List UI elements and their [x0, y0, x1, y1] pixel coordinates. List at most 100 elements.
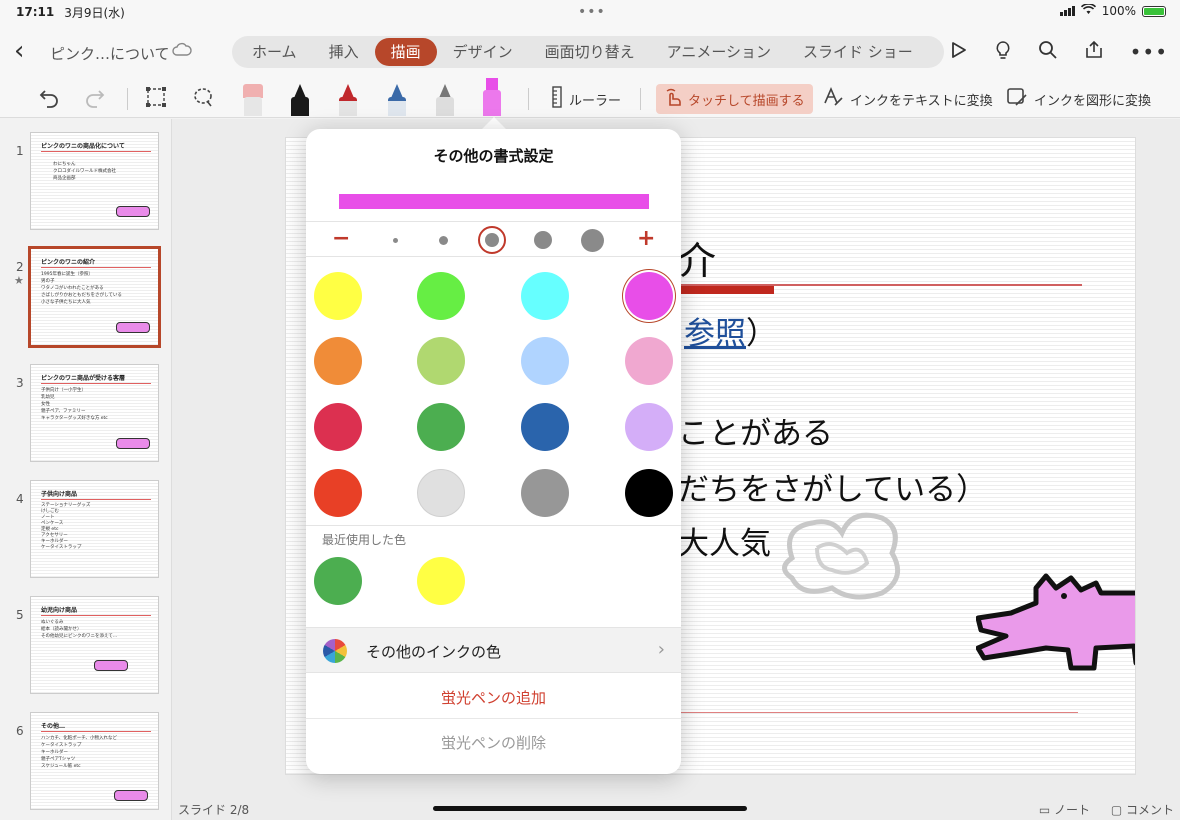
home-indicator[interactable] — [433, 806, 747, 811]
thumbnail-row[interactable]: 3 ピンクのワニ商品が受ける客層 子供向け（一小学生） 乳幼児 女性 親子ペア、… — [0, 364, 172, 464]
popover-arrow — [482, 117, 506, 129]
tab-insert[interactable]: 挿入 — [313, 38, 375, 66]
thickness-option-2[interactable] — [439, 236, 448, 245]
document-title[interactable]: ピンク…について — [50, 43, 170, 64]
crocodile-illustration[interactable] — [976, 568, 1136, 678]
slide-bullet-3[interactable]: ことがある — [678, 408, 833, 453]
delete-highlighter-button[interactable]: 蛍光ペンの削除 — [306, 732, 681, 753]
touch-hand-icon — [664, 87, 682, 111]
select-objects-icon[interactable] — [145, 86, 167, 113]
color-swatch[interactable] — [625, 403, 673, 451]
color-swatch[interactable] — [314, 403, 362, 451]
color-swatch[interactable] — [625, 469, 673, 517]
eraser-tool[interactable] — [242, 80, 264, 116]
crocodile-illustration — [116, 438, 150, 449]
thickness-option-5[interactable] — [581, 229, 604, 252]
redo-icon[interactable] — [84, 86, 106, 113]
slide-bullet-5[interactable]: 大人気 — [678, 518, 771, 563]
pen-gray-tool[interactable] — [434, 80, 456, 116]
slide-thumbnail[interactable]: ピンクのワニ商品が受ける客層 子供向け（一小学生） 乳幼児 女性 親子ペア、ファ… — [30, 364, 159, 462]
thumbnail-text: わにちゃん — [53, 162, 76, 167]
color-swatch[interactable] — [417, 403, 465, 451]
slide-thumbnail[interactable]: その他… ハンカチ、化粧ポーチ、小物入れなど ケータイストラップ キーホルダー … — [30, 712, 159, 810]
play-icon[interactable] — [948, 40, 968, 65]
lightbulb-icon[interactable] — [994, 40, 1012, 65]
color-swatch[interactable] — [625, 272, 673, 320]
color-swatch[interactable] — [521, 469, 569, 517]
thumbnail-row[interactable]: 1 ピンクのワニの商品化について わにちゃん クロコダイルワールド株式会社 商品… — [0, 132, 172, 232]
color-swatch[interactable] — [521, 403, 569, 451]
undo-icon[interactable] — [38, 86, 60, 113]
recent-color-swatch[interactable] — [417, 557, 465, 605]
comments-button[interactable]: ▢ コメント — [1111, 801, 1174, 818]
tab-draw[interactable]: 描画 — [374, 38, 437, 66]
slide-bullet-1[interactable]: 参照） — [684, 308, 777, 353]
crocodile-illustration — [116, 206, 150, 217]
pencil-blue-tool[interactable] — [386, 80, 408, 116]
ruler-button[interactable]: ルーラー — [543, 84, 629, 114]
color-swatch[interactable] — [417, 469, 465, 517]
cloud-sync-icon[interactable] — [172, 42, 192, 58]
color-swatch[interactable] — [314, 469, 362, 517]
thumbnail-text: ハンカチ、化粧ポーチ、小物入れなど — [41, 736, 117, 741]
notes-button[interactable]: ▭ ノート — [1039, 801, 1090, 818]
tab-transitions[interactable]: 画面切り替え — [529, 38, 651, 66]
color-swatch[interactable] — [521, 337, 569, 385]
thumbnail-row[interactable]: 5 幼児向け商品 ぬいぐるみ 絵本（読み聞かせ） その他幼児にピンクのワニを添え… — [0, 596, 172, 696]
thickness-decrease-button[interactable]: − — [332, 226, 350, 251]
thickness-increase-button[interactable]: + — [637, 226, 655, 251]
share-icon[interactable] — [1084, 40, 1104, 65]
color-swatch[interactable] — [314, 337, 362, 385]
touch-draw-button[interactable]: タッチして描画する — [656, 84, 813, 114]
color-swatch[interactable] — [417, 337, 465, 385]
battery-icon — [1142, 5, 1166, 17]
recent-color-swatch[interactable] — [314, 557, 362, 605]
highlighter-pink-tool[interactable] — [481, 78, 503, 116]
color-swatch[interactable] — [625, 337, 673, 385]
slide-link[interactable]: 参照 — [684, 316, 746, 352]
ink-to-shape-button[interactable]: インクを図形に変換 — [998, 84, 1159, 114]
pen-red-tool[interactable] — [337, 80, 359, 116]
app-header: ‹ ピンク…について ホーム 挿入 描画 デザイン 画面切り替え アニメーション… — [0, 24, 1180, 80]
status-date: 3月9日(水) — [64, 5, 125, 20]
thickness-option-1[interactable] — [393, 238, 398, 243]
thumbnail-text: 絵本（読み聞かせ） — [41, 627, 82, 632]
tab-home[interactable]: ホーム — [236, 38, 313, 66]
pen-black-tool[interactable] — [289, 80, 311, 116]
ink-to-text-label: インクをテキストに変換 — [850, 93, 993, 109]
crocodile-illustration — [114, 790, 148, 801]
lasso-select-icon[interactable] — [192, 86, 214, 113]
popover-title: その他の書式設定 — [433, 147, 554, 165]
color-swatch[interactable] — [417, 272, 465, 320]
tab-animations[interactable]: アニメーション — [651, 38, 787, 66]
thumbnail-row[interactable]: 2 ★ ピンクのワニの紹介 1995年春に誕生（参照） 男の子 ワタノコがいわれ… — [0, 246, 172, 348]
more-options-icon[interactable]: ••• — [1130, 40, 1168, 65]
more-ink-colors-row[interactable]: その他のインクの色 › — [306, 627, 681, 673]
search-icon[interactable] — [1038, 40, 1058, 65]
tab-design[interactable]: デザイン — [437, 38, 529, 66]
thumbnail-title: ピンクのワニの商品化について — [41, 143, 125, 150]
slide-title[interactable]: 介 — [678, 230, 716, 285]
thumbnail-text: ケータイストラップ — [41, 545, 82, 550]
draw-toolbar: ルーラー タッチして描画する インクをテキストに変換 インクを図形に変換 — [0, 78, 1180, 118]
ruler-label: ルーラー — [569, 93, 622, 109]
slide-thumbnail[interactable]: 幼児向け商品 ぬいぐるみ 絵本（読み聞かせ） その他幼児にピンクのワニを添えて… — [30, 596, 159, 694]
tab-slideshow[interactable]: スライド ショー — [787, 38, 929, 66]
thumbnail-text: 女性 — [41, 402, 50, 407]
ink-to-text-button[interactable]: インクをテキストに変換 — [814, 84, 1001, 114]
ink-doodle[interactable] — [772, 498, 912, 608]
thumbnail-number: 1 — [16, 144, 24, 158]
thickness-option-3[interactable] — [485, 233, 499, 247]
slide-thumbnail[interactable]: ピンクのワニの商品化について わにちゃん クロコダイルワールド株式会社 商品企画… — [30, 132, 159, 230]
back-icon[interactable]: ‹ — [14, 38, 24, 64]
thumbnail-row[interactable]: 4 子供向け商品 ステーショナリーグッズ けしごむ ノート ペンケース 定規 e… — [0, 480, 172, 580]
multitasking-dots-icon[interactable]: ••• — [578, 4, 606, 20]
animation-star-icon: ★ — [14, 274, 24, 287]
color-swatch[interactable] — [314, 272, 362, 320]
slide-thumbnail-selected[interactable]: ピンクのワニの紹介 1995年春に誕生（参照） 男の子 ワタノコがいわれたことが… — [28, 246, 161, 348]
thickness-option-4[interactable] — [534, 231, 552, 249]
add-highlighter-button[interactable]: 蛍光ペンの追加 — [306, 687, 681, 708]
thumbnail-row[interactable]: 6 その他… ハンカチ、化粧ポーチ、小物入れなど ケータイストラップ キーホルダ… — [0, 712, 172, 812]
color-swatch[interactable] — [521, 272, 569, 320]
slide-thumbnail[interactable]: 子供向け商品 ステーショナリーグッズ けしごむ ノート ペンケース 定規 etc… — [30, 480, 159, 578]
